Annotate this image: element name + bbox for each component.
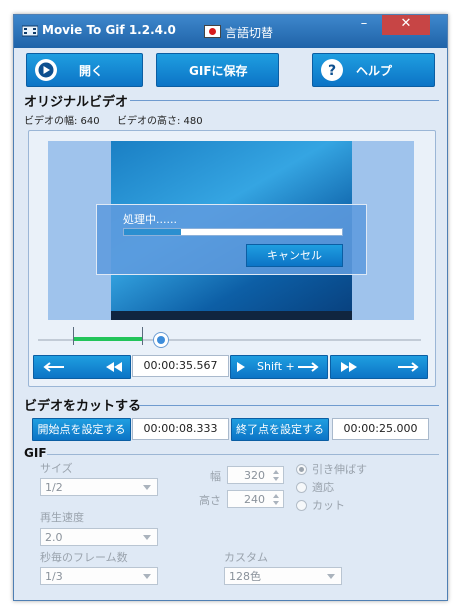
current-time-display: 00:00:35.567	[132, 355, 229, 377]
double-rewind-icon	[106, 362, 122, 372]
help-label: ヘルプ	[356, 64, 393, 78]
cut-video-title: ビデオをカットする	[24, 399, 142, 414]
fit-radio[interactable]	[296, 482, 307, 493]
width-spinner[interactable]: 320	[227, 466, 284, 484]
fit-label: 適応	[312, 481, 334, 494]
speed-value: 2.0	[45, 531, 63, 544]
stretch-radio[interactable]	[296, 464, 307, 475]
range-end-marker[interactable]	[142, 327, 143, 345]
frame-taskbar	[111, 311, 352, 320]
cut-radio[interactable]	[296, 500, 307, 511]
progress-bar	[123, 228, 343, 236]
custom-label: カスタム	[224, 551, 268, 564]
step-forward-button[interactable]	[330, 355, 428, 379]
save-gif-label: GIFに保存	[189, 64, 248, 78]
gif-section-title: GIF	[24, 446, 47, 460]
open-label: 開く	[79, 64, 104, 78]
step-back-button[interactable]	[33, 355, 131, 379]
start-time-display: 00:00:08.333	[132, 418, 229, 440]
cut-label: カット	[312, 499, 345, 512]
section-divider	[139, 405, 439, 406]
arrow-right-icon	[298, 362, 319, 372]
height-label: 高さ	[199, 494, 221, 507]
section-divider	[130, 100, 439, 101]
shift-forward-button[interactable]: Shift +	[230, 355, 328, 379]
selected-range	[73, 337, 142, 341]
range-start-marker[interactable]	[73, 327, 74, 345]
play-icon	[237, 362, 245, 372]
spin-up-icon[interactable]	[273, 470, 279, 474]
app-window: Movie To Gif 1.2.4.0 言語切替 – ✕ 開く GIFに保存 …	[13, 14, 448, 601]
spin-up-icon[interactable]	[273, 494, 279, 498]
width-value: 320	[244, 469, 265, 482]
video-width-info: ビデオの幅: 640	[24, 116, 100, 127]
japan-flag-icon[interactable]	[204, 25, 221, 38]
chevron-down-icon	[143, 535, 151, 540]
fps-value: 1/3	[45, 570, 63, 583]
double-forward-icon	[341, 362, 357, 372]
window-title: Movie To Gif 1.2.4.0	[42, 23, 176, 37]
original-video-title: オリジナルビデオ	[24, 95, 129, 110]
arrow-right-icon	[398, 362, 419, 372]
progress-fill	[124, 229, 181, 235]
film-app-icon	[22, 25, 38, 37]
minimize-button[interactable]: –	[349, 15, 379, 35]
custom-value: 128色	[229, 570, 261, 583]
end-time-display: 00:00:25.000	[332, 418, 429, 440]
svg-text:?: ?	[328, 63, 336, 79]
fps-label: 秒毎のフレーム数	[40, 551, 128, 564]
question-icon: ?	[321, 59, 343, 81]
spin-down-icon[interactable]	[273, 501, 279, 505]
set-start-button[interactable]: 開始点を設定する	[32, 418, 131, 441]
timeline-thumb[interactable]	[153, 332, 169, 348]
shift-label: Shift +	[257, 360, 295, 373]
size-value: 1/2	[45, 481, 63, 494]
speed-label: 再生速度	[40, 511, 84, 524]
chevron-down-icon	[143, 485, 151, 490]
stretch-label: 引き伸ばす	[312, 463, 367, 476]
fps-select[interactable]: 1/3	[40, 567, 158, 585]
width-label: 幅	[210, 470, 221, 483]
chevron-down-icon	[143, 574, 151, 579]
height-value: 240	[244, 493, 265, 506]
chevron-down-icon	[327, 574, 335, 579]
title-bar[interactable]: Movie To Gif 1.2.4.0 言語切替 – ✕	[14, 15, 447, 48]
video-height-info: ビデオの高さ: 480	[117, 116, 203, 127]
section-divider	[47, 454, 439, 455]
processing-text: 処理中......	[123, 213, 177, 226]
height-spinner[interactable]: 240	[227, 490, 284, 508]
size-select[interactable]: 1/2	[40, 478, 158, 496]
play-circle-icon	[35, 59, 57, 81]
arrow-left-icon	[43, 362, 64, 372]
help-button[interactable]: ? ヘルプ	[312, 53, 435, 87]
speed-select[interactable]: 2.0	[40, 528, 158, 546]
processing-dialog: 処理中...... キャンセル	[96, 204, 367, 275]
size-label: サイズ	[40, 462, 73, 475]
cancel-button[interactable]: キャンセル	[246, 244, 343, 267]
spin-down-icon[interactable]	[273, 477, 279, 481]
set-end-button[interactable]: 終了点を設定する	[231, 418, 329, 441]
open-button[interactable]: 開く	[26, 53, 143, 87]
custom-select[interactable]: 128色	[224, 567, 342, 585]
close-button[interactable]: ✕	[382, 15, 430, 35]
language-switch[interactable]: 言語切替	[225, 24, 273, 41]
save-gif-button[interactable]: GIFに保存	[156, 53, 279, 87]
